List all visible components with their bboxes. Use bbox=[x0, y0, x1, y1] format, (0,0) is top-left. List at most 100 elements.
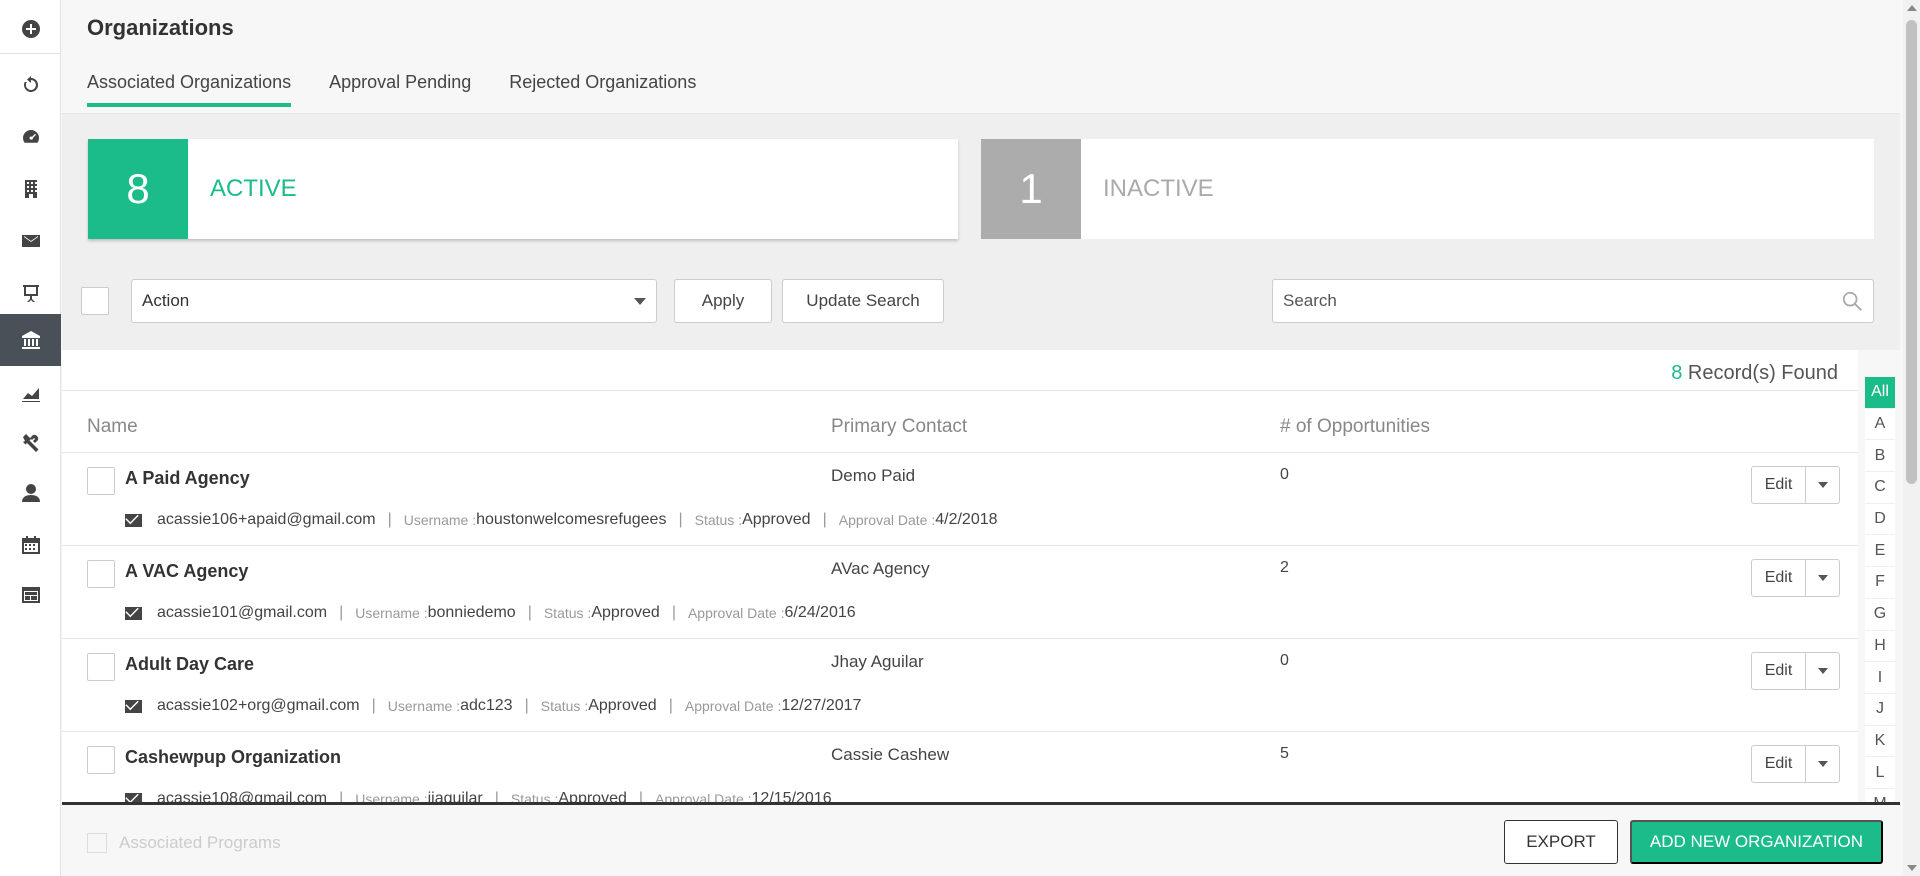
search-icon[interactable] bbox=[1841, 290, 1863, 312]
row-checkbox[interactable] bbox=[87, 653, 115, 681]
alpha-filter-item[interactable]: H bbox=[1865, 630, 1895, 663]
mail-icon[interactable] bbox=[0, 216, 61, 266]
edit-button[interactable]: Edit bbox=[1751, 652, 1806, 690]
mail-icon bbox=[125, 699, 142, 713]
table-row[interactable]: Cashewpup Organization Cassie Cashew 5 a… bbox=[62, 732, 1858, 802]
org-name[interactable]: Adult Day Care bbox=[125, 654, 254, 675]
edit-button-group: Edit bbox=[1751, 466, 1840, 504]
alpha-filter-item[interactable]: B bbox=[1865, 440, 1895, 473]
table-row[interactable]: Adult Day Care Jhay Aguilar 0 acassie102… bbox=[62, 639, 1858, 732]
page-title: Organizations bbox=[87, 15, 234, 40]
org-meta: acassie102+org@gmail.com | Username : ad… bbox=[125, 697, 861, 715]
add-icon[interactable] bbox=[0, 4, 61, 54]
chevron-down-icon bbox=[1817, 575, 1828, 581]
separator: | bbox=[339, 790, 344, 802]
edit-button[interactable]: Edit bbox=[1751, 559, 1806, 597]
active-stat-card[interactable]: 8 ACTIVE bbox=[88, 139, 958, 239]
alpha-filter-item[interactable]: A bbox=[1865, 408, 1895, 441]
search-input[interactable]: Search bbox=[1272, 279, 1874, 323]
action-select-value: Action bbox=[142, 291, 190, 310]
org-approval-date: 6/24/2016 bbox=[784, 604, 856, 621]
building-icon[interactable] bbox=[0, 164, 61, 214]
dashboard-icon[interactable] bbox=[0, 112, 61, 162]
apply-button[interactable]: Apply bbox=[674, 279, 772, 323]
records-found: 8 Record(s) Found bbox=[1671, 362, 1838, 385]
opportunities-count: 0 bbox=[1280, 652, 1289, 669]
scrollbar-thumb[interactable] bbox=[1906, 20, 1917, 484]
username-label: Username : bbox=[355, 605, 428, 621]
row-checkbox[interactable] bbox=[87, 467, 115, 495]
row-checkbox[interactable] bbox=[87, 560, 115, 588]
table-row[interactable]: A VAC Agency AVac Agency 2 acassie101@gm… bbox=[62, 546, 1858, 639]
org-username: adc123 bbox=[460, 697, 513, 714]
inactive-stat-card[interactable]: 1 INACTIVE bbox=[981, 139, 1874, 239]
alpha-filter-item[interactable]: K bbox=[1865, 725, 1895, 758]
action-footer: Associated Programs EXPORT ADD NEW ORGAN… bbox=[62, 802, 1900, 876]
edit-dropdown-button[interactable] bbox=[1806, 652, 1840, 690]
user-icon[interactable] bbox=[0, 468, 61, 518]
edit-dropdown-button[interactable] bbox=[1806, 745, 1840, 783]
chart-icon[interactable] bbox=[0, 368, 61, 418]
alpha-filter-item[interactable]: L bbox=[1865, 757, 1895, 789]
org-status: Approved bbox=[558, 790, 627, 802]
edit-dropdown-button[interactable] bbox=[1806, 466, 1840, 504]
main-content: Organizations Associated Organizations A… bbox=[62, 0, 1900, 876]
alpha-filter-item[interactable]: C bbox=[1865, 472, 1895, 504]
update-search-button[interactable]: Update Search bbox=[782, 279, 944, 323]
alpha-filter-item[interactable]: E bbox=[1865, 535, 1895, 568]
calendar-icon[interactable] bbox=[0, 520, 61, 570]
approval-date-label: Approval Date : bbox=[655, 791, 752, 802]
column-header-name[interactable]: Name bbox=[87, 416, 138, 438]
stats-panel: 8 ACTIVE 1 INACTIVE bbox=[62, 114, 1900, 266]
scroll-down-icon[interactable] bbox=[1907, 865, 1917, 871]
bank-icon[interactable] bbox=[0, 314, 61, 366]
username-label: Username : bbox=[403, 512, 477, 528]
alpha-filter-item[interactable]: F bbox=[1865, 567, 1895, 599]
tab-bar: Associated Organizations Approval Pendin… bbox=[87, 72, 696, 107]
scroll-up-icon[interactable] bbox=[1907, 5, 1917, 11]
org-name[interactable]: A Paid Agency bbox=[125, 468, 250, 489]
chevron-down-icon bbox=[1817, 761, 1828, 767]
org-name[interactable]: Cashewpup Organization bbox=[125, 747, 341, 768]
alphabet-filter: All A B C D E F G H I J K L M bbox=[1865, 377, 1895, 821]
mail-icon bbox=[125, 606, 142, 620]
tab-approval-pending[interactable]: Approval Pending bbox=[329, 72, 471, 107]
table-row[interactable]: A Paid Agency Demo Paid 0 acassie106+apa… bbox=[62, 453, 1858, 546]
tab-rejected-organizations[interactable]: Rejected Organizations bbox=[509, 72, 696, 107]
organizations-list: 8 Record(s) Found Name Primary Contact #… bbox=[62, 350, 1858, 802]
alpha-filter-item[interactable]: I bbox=[1865, 662, 1895, 694]
org-email: acassie102+org@gmail.com bbox=[157, 697, 360, 714]
status-label: Status : bbox=[543, 605, 592, 621]
org-name[interactable]: A VAC Agency bbox=[125, 561, 248, 582]
alpha-filter-item[interactable]: D bbox=[1865, 503, 1895, 536]
edit-dropdown-button[interactable] bbox=[1806, 559, 1840, 597]
column-header-primary-contact[interactable]: Primary Contact bbox=[831, 416, 967, 438]
separator: | bbox=[668, 697, 673, 714]
presentation-icon[interactable] bbox=[0, 268, 61, 318]
org-username: bonniedemo bbox=[427, 604, 516, 621]
column-header-opportunities[interactable]: # of Opportunities bbox=[1280, 416, 1430, 438]
chevron-down-icon bbox=[634, 297, 646, 305]
edit-button[interactable]: Edit bbox=[1751, 466, 1806, 504]
page-scrollbar[interactable] bbox=[1903, 0, 1920, 876]
row-checkbox[interactable] bbox=[87, 746, 115, 774]
org-status: Approved bbox=[591, 604, 660, 621]
window-icon[interactable] bbox=[0, 570, 61, 620]
add-new-organization-button[interactable]: ADD NEW ORGANIZATION bbox=[1630, 820, 1883, 864]
edit-button[interactable]: Edit bbox=[1751, 745, 1806, 783]
tab-associated-organizations[interactable]: Associated Organizations bbox=[87, 72, 292, 107]
separator: | bbox=[371, 697, 376, 714]
edit-button-group: Edit bbox=[1751, 559, 1840, 597]
tools-icon[interactable] bbox=[0, 418, 61, 468]
edit-button-group: Edit bbox=[1751, 745, 1840, 783]
separator: | bbox=[671, 604, 676, 621]
action-select[interactable]: Action bbox=[131, 279, 657, 323]
status-label: Status : bbox=[510, 791, 559, 802]
alpha-filter-all[interactable]: All bbox=[1865, 377, 1895, 409]
select-all-checkbox[interactable] bbox=[81, 287, 109, 315]
alpha-filter-item[interactable]: G bbox=[1865, 598, 1895, 631]
export-button[interactable]: EXPORT bbox=[1504, 820, 1618, 864]
alpha-filter-item[interactable]: J bbox=[1865, 693, 1895, 726]
history-icon[interactable] bbox=[0, 60, 61, 110]
plus-icon bbox=[87, 833, 107, 853]
